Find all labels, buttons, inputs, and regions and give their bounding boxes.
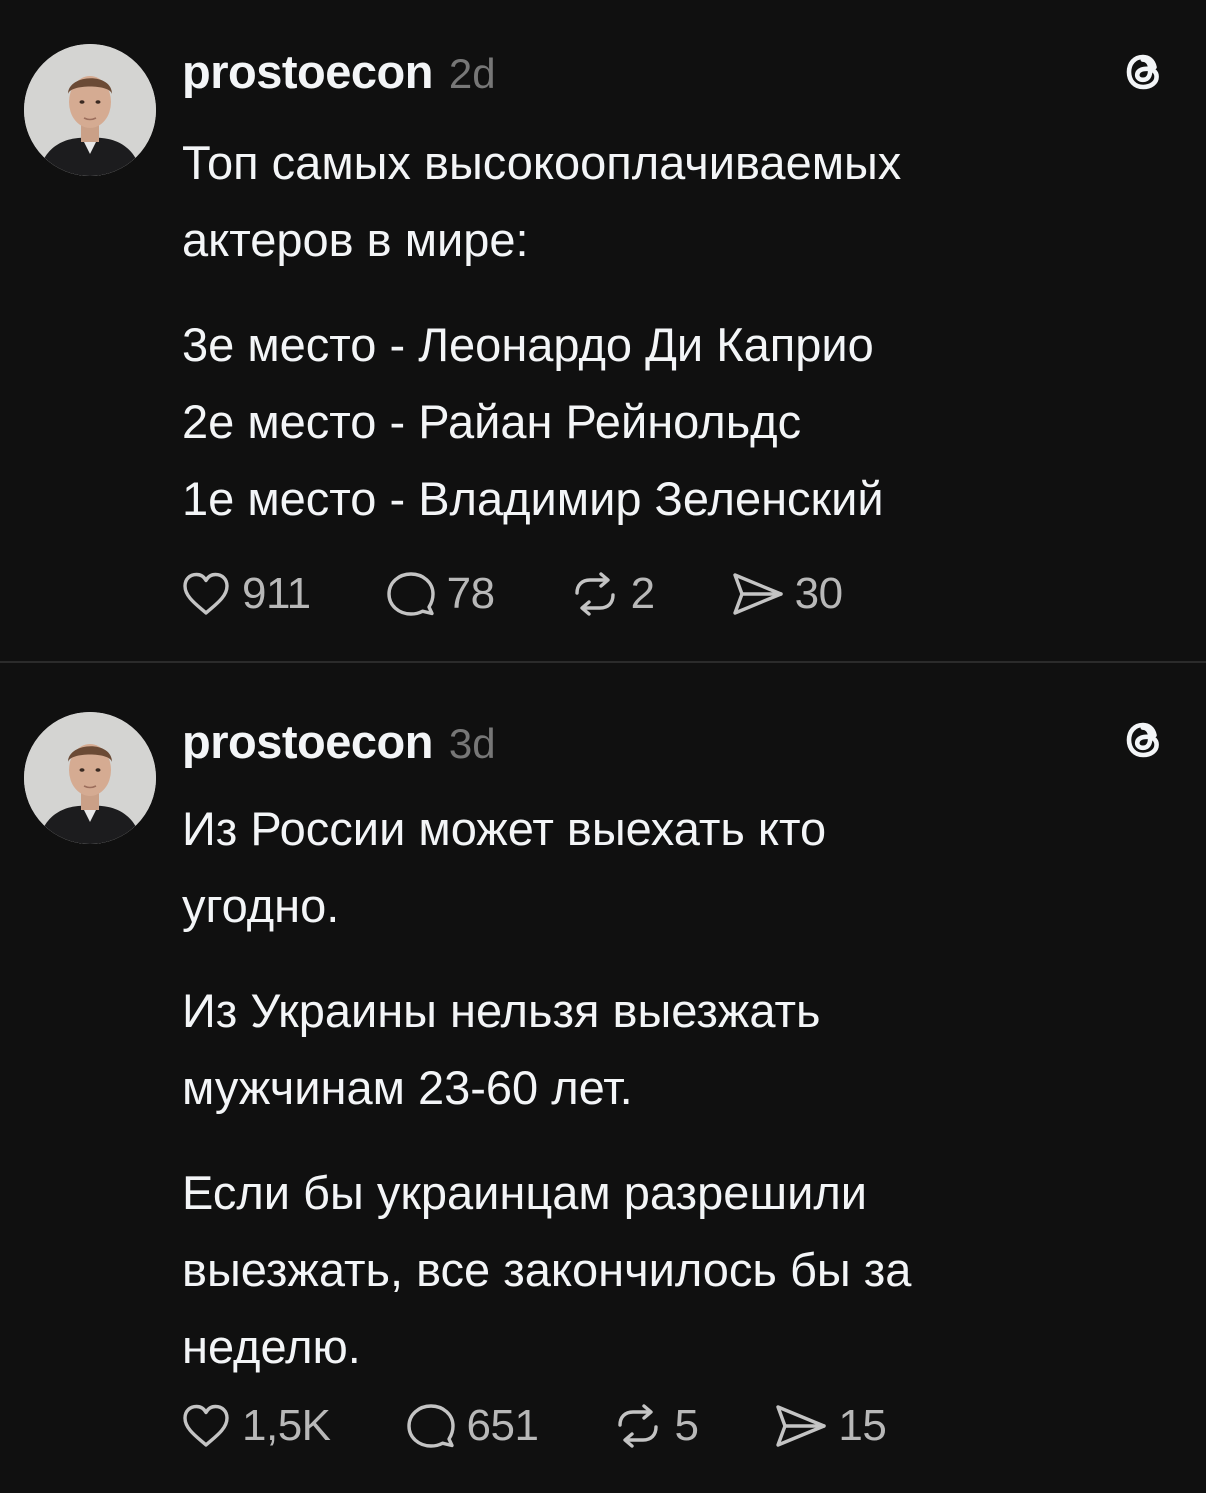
like-count: 911 [242, 569, 311, 618]
heart-icon [183, 572, 229, 615]
send-paper-plane-icon [732, 573, 783, 615]
post-paragraph: Если бы украинцам разрешили выезжать, вс… [182, 1166, 912, 1373]
reply-button[interactable]: 651 [403, 1398, 539, 1454]
post-card[interactable]: prostoecon 2d Топ самых высокооплачиваем… [0, 0, 1206, 662]
share-button[interactable]: 15 [770, 1398, 887, 1454]
post-paragraph: Из Украины нельзя выезжать мужчинам 23-6… [182, 984, 821, 1114]
like-count: 1,5K [242, 1401, 331, 1450]
heart-icon [183, 1404, 229, 1447]
repost-count: 5 [674, 1401, 699, 1450]
post-time: 3d [448, 720, 496, 767]
action-bar: 1,5K 651 5 15 [178, 1398, 958, 1454]
avatar[interactable] [24, 44, 156, 176]
post-paragraph: Топ самых высокооплачиваемых актеров в м… [182, 136, 902, 266]
share-button[interactable]: 30 [727, 566, 843, 622]
repost-arrows-icon [618, 1404, 659, 1448]
profile-photo-icon [24, 44, 156, 176]
threads-logo-icon[interactable] [1118, 46, 1170, 98]
post-header: prostoecon 2d [182, 44, 496, 99]
repost-button[interactable]: 2 [567, 566, 655, 622]
like-button[interactable]: 911 [178, 566, 311, 622]
repost-count: 2 [630, 569, 655, 618]
username[interactable]: prostoecon [182, 44, 433, 99]
comment-bubble-icon [406, 1404, 455, 1448]
post-paragraph: Из России может выехать кто угодно. [182, 802, 827, 932]
username[interactable]: prostoecon [182, 714, 433, 769]
post-paragraph: 3е место - Леонардо Ди Каприо 2е место -… [182, 318, 884, 525]
like-button[interactable]: 1,5K [178, 1398, 331, 1454]
avatar[interactable] [24, 712, 156, 844]
profile-photo-icon [24, 712, 156, 844]
share-count: 30 [794, 569, 843, 618]
post-body: Из России может выехать кто угодно. Из У… [182, 790, 1182, 1413]
threads-feed: prostoecon 2d Топ самых высокооплачиваем… [0, 0, 1206, 1493]
repost-arrows-icon [574, 572, 615, 616]
post-time: 2d [448, 50, 496, 97]
action-bar: 911 78 2 30 [178, 566, 915, 622]
post-card[interactable]: prostoecon 3d Из России может выехать кт… [0, 663, 1206, 1493]
send-paper-plane-icon [776, 1405, 827, 1447]
repost-button[interactable]: 5 [610, 1398, 699, 1454]
post-body: Топ самых высокооплачиваемых актеров в м… [182, 124, 1182, 565]
share-count: 15 [838, 1401, 887, 1450]
reply-count: 78 [446, 569, 495, 618]
reply-button[interactable]: 78 [383, 566, 495, 622]
comment-bubble-icon [386, 572, 435, 616]
threads-logo-icon[interactable] [1118, 714, 1170, 766]
reply-count: 651 [466, 1401, 539, 1450]
post-header: prostoecon 3d [182, 714, 496, 769]
